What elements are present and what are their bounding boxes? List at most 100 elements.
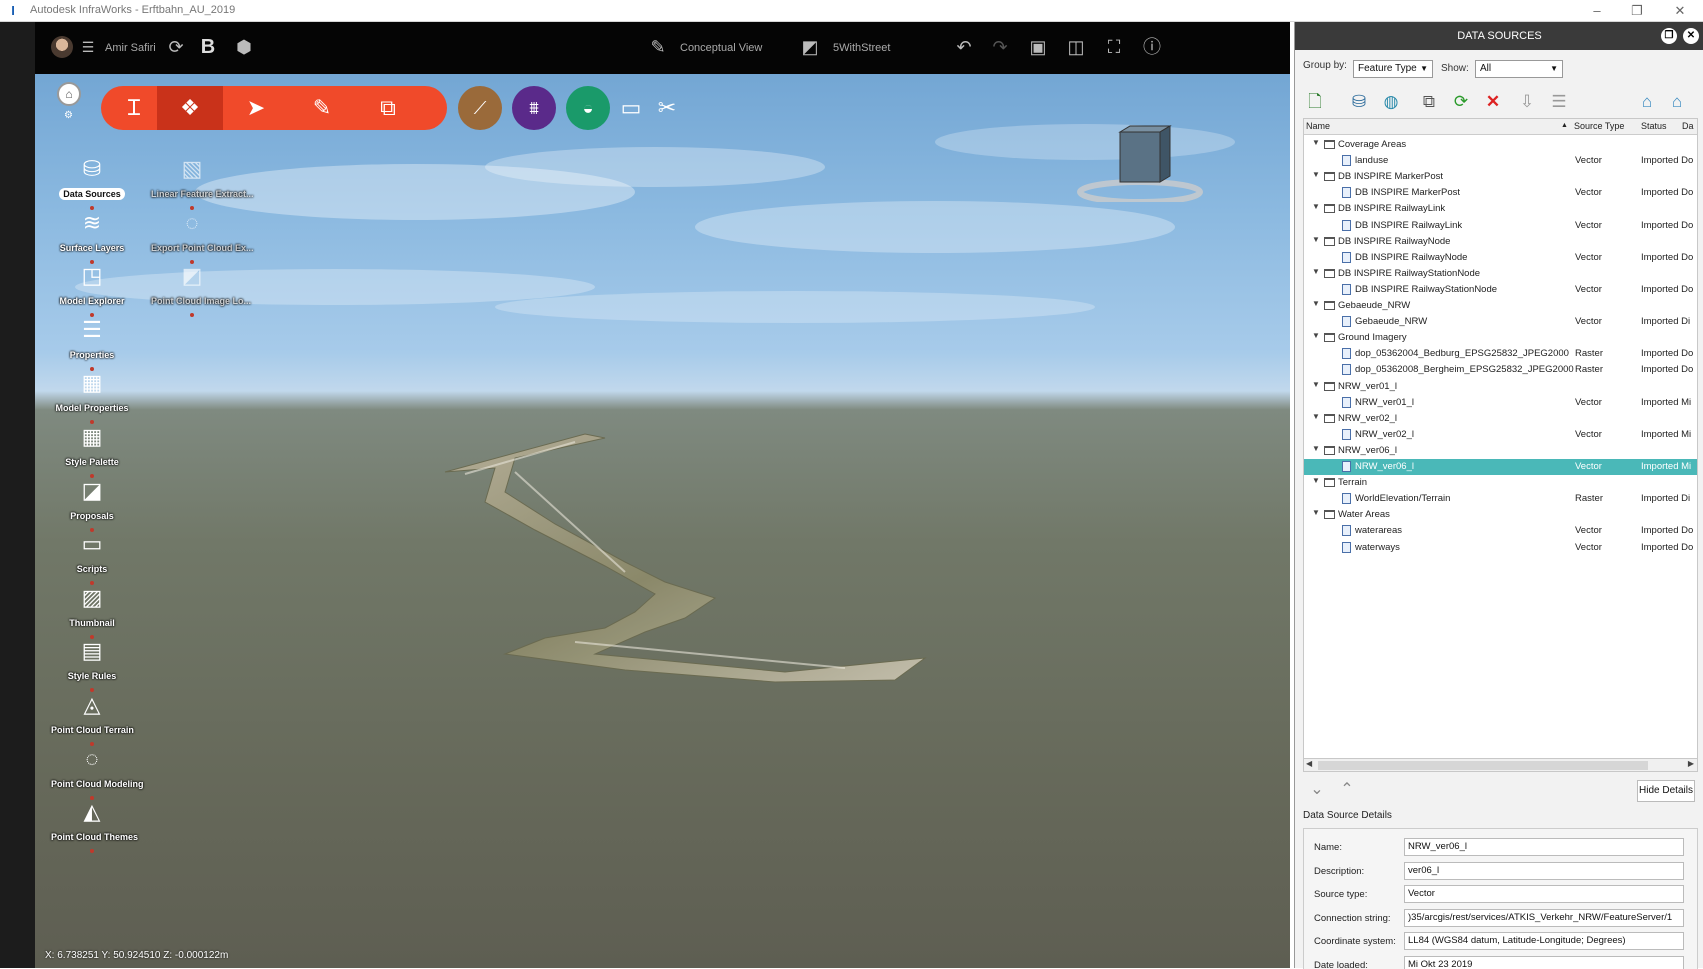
- sidebar-item-model-explorer[interactable]: ◳ Model Explorer: [47, 261, 137, 318]
- settings-gear-icon[interactable]: ⚙: [64, 110, 73, 121]
- user-name[interactable]: Amir Safiri: [105, 22, 156, 74]
- detail-value-field[interactable]: )35/arcgis/rest/services/ATKIS_Verkehr_N…: [1404, 908, 1684, 927]
- tree-item-row[interactable]: dop_05362004_Bedburg_EPSG25832_JPEG2000 R…: [1304, 346, 1697, 362]
- bookmark-view-icon[interactable]: ◩: [799, 36, 821, 58]
- model-add-icon[interactable]: ⌂: [1665, 90, 1689, 114]
- viewcube[interactable]: [1075, 122, 1205, 202]
- tree-item-row[interactable]: DB INSPIRE RailwayNode Vector Imported Do: [1304, 250, 1697, 266]
- detail-value-field[interactable]: Mi Okt 23 2019: [1404, 955, 1684, 969]
- tree-group-row[interactable]: ▼ Water Areas: [1304, 507, 1697, 523]
- avatar[interactable]: [51, 36, 73, 58]
- float-panel-icon[interactable]: ❐: [1661, 28, 1677, 44]
- column-header-status[interactable]: Status: [1641, 121, 1667, 131]
- sidebar-item-properties[interactable]: ☰ Properties: [47, 315, 137, 371]
- sidebar-item-data-sources[interactable]: ⛁ Data Sources: [47, 154, 137, 210]
- properties-source-icon[interactable]: ☰: [1547, 90, 1571, 114]
- tree-item-row[interactable]: landuse Vector Imported Do: [1304, 153, 1697, 169]
- tree-item-row[interactable]: NRW_ver02_l Vector Imported Mi: [1304, 427, 1697, 443]
- tree-item-row[interactable]: DB INSPIRE RailwayStationNode Vector Impor…: [1304, 282, 1697, 298]
- sidebar-item-point-cloud-modeling[interactable]: ◌ Point Cloud Modeling: [47, 744, 143, 800]
- menu-icon[interactable]: ☰: [77, 36, 99, 58]
- tools-icon[interactable]: ✂: [651, 92, 683, 124]
- detail-value-field[interactable]: Vector: [1404, 885, 1684, 903]
- railway-corridor-model[interactable]: [425, 432, 945, 742]
- tree-group-row[interactable]: ▼ Gebaeude_NRW: [1304, 298, 1697, 314]
- sidebar-item-surface-layers[interactable]: ≋ Surface Layers: [47, 208, 137, 264]
- sidebar-item-export-point-cloud-ex[interactable]: ◌ Export Point Cloud Ex...: [147, 208, 254, 264]
- close-icon[interactable]: ✕: [1660, 1, 1700, 21]
- collapse-all-icon[interactable]: ⌃: [1335, 780, 1359, 800]
- expand-triangle-icon[interactable]: ▼: [1312, 508, 1320, 517]
- tree-item-row[interactable]: waterareas Vector Imported Do: [1304, 523, 1697, 539]
- tree-group-row[interactable]: ▼ DB INSPIRE RailwayLink: [1304, 201, 1697, 217]
- 3d-viewport[interactable]: ☰ Amir Safiri ⟳ B ⬢ ✎ Conceptual View ◩ …: [35, 22, 1290, 968]
- tree-group-row[interactable]: ▼ Coverage Areas: [1304, 137, 1697, 153]
- sidebar-item-point-cloud-image-lo[interactable]: ◩ Point Cloud Image Lo...: [147, 261, 251, 318]
- roadway-design-button[interactable]: ⟋: [458, 86, 502, 130]
- tree-group-row[interactable]: ▼ Ground Imagery: [1304, 330, 1697, 346]
- help-icon[interactable]: ⓘ: [1141, 36, 1163, 58]
- tree-item-row[interactable]: WorldElevation/Terrain Raster Imported Di: [1304, 491, 1697, 507]
- minimize-icon[interactable]: –: [1577, 1, 1617, 21]
- configure-source-icon[interactable]: ⧉: [1417, 90, 1441, 114]
- remove-source-icon[interactable]: ✕: [1481, 90, 1505, 114]
- horizontal-scrollbar[interactable]: ◀ ▶: [1303, 758, 1698, 772]
- sidebar-item-proposals[interactable]: ◪ Proposals: [47, 476, 137, 532]
- model-remove-icon[interactable]: ⌂: [1635, 90, 1659, 114]
- tree-item-row[interactable]: DB INSPIRE MarkerPost Vector Imported Do: [1304, 185, 1697, 201]
- panel-toggle-icon[interactable]: ◫: [1065, 36, 1087, 58]
- presentation-icon[interactable]: ▭: [615, 92, 647, 124]
- drainage-design-button[interactable]: ◒: [566, 86, 610, 130]
- group-by-select[interactable]: Feature Type ▼: [1353, 60, 1433, 78]
- sidebar-item-style-palette[interactable]: ▦ Style Palette: [47, 422, 137, 478]
- expand-triangle-icon[interactable]: ▼: [1312, 138, 1320, 147]
- add-web-source-icon[interactable]: ◍: [1379, 90, 1403, 114]
- column-header-source-type[interactable]: Source Type: [1574, 121, 1624, 131]
- fullscreen-icon[interactable]: ⛶: [1103, 36, 1125, 58]
- sketch-button[interactable]: ✎: [289, 86, 355, 130]
- tree-item-row[interactable]: NRW_ver06_l Vector Imported Mi: [1304, 459, 1697, 475]
- sidebar-item-linear-feature-extract[interactable]: ▧ Linear Feature Extract...: [147, 154, 254, 210]
- create-manage-button[interactable]: ❖: [157, 86, 223, 130]
- detail-value-field[interactable]: LL84 (WGS84 datum, Latitude-Longitude; D…: [1404, 932, 1684, 950]
- column-header-name[interactable]: Name: [1306, 121, 1330, 131]
- expand-triangle-icon[interactable]: ▼: [1312, 299, 1320, 308]
- tree-item-row[interactable]: NRW_ver01_l Vector Imported Mi: [1304, 395, 1697, 411]
- expand-triangle-icon[interactable]: ▼: [1312, 380, 1320, 389]
- tree-item-row[interactable]: DB INSPIRE RailwayLink Vector Imported Do: [1304, 218, 1697, 234]
- scroll-right-icon[interactable]: ▶: [1688, 759, 1694, 768]
- expand-triangle-icon[interactable]: ▼: [1312, 444, 1320, 453]
- sidebar-item-point-cloud-themes[interactable]: ◭ Point Cloud Themes: [47, 797, 138, 854]
- sidebar-item-point-cloud-terrain[interactable]: ◬ Point Cloud Terrain: [47, 690, 137, 746]
- expand-triangle-icon[interactable]: ▼: [1312, 331, 1320, 340]
- tree-item-row[interactable]: Gebaeude_NRW Vector Imported Di: [1304, 314, 1697, 330]
- tree-group-row[interactable]: ▼ NRW_ver02_l: [1304, 411, 1697, 427]
- sidebar-item-model-properties[interactable]: ▦ Model Properties: [47, 368, 137, 425]
- tree-item-row[interactable]: dop_05362008_Bergheim_EPSG25832_JPEG2000…: [1304, 362, 1697, 378]
- restore-icon[interactable]: ❐: [1617, 1, 1657, 21]
- sync-icon[interactable]: ⟳: [165, 36, 187, 58]
- close-panel-icon[interactable]: ✕: [1683, 28, 1699, 44]
- copy-button[interactable]: ⧉: [355, 86, 421, 130]
- tree-group-row[interactable]: ▼ DB INSPIRE RailwayNode: [1304, 234, 1697, 250]
- tree-group-row[interactable]: ▼ DB INSPIRE MarkerPost: [1304, 169, 1697, 185]
- home-icon[interactable]: ⌂: [57, 82, 81, 106]
- expand-triangle-icon[interactable]: ▼: [1312, 235, 1320, 244]
- undo-icon[interactable]: ↶: [953, 36, 975, 58]
- scrollbar-thumb[interactable]: [1318, 761, 1648, 770]
- redo-icon[interactable]: ↷: [989, 36, 1011, 58]
- sidebar-item-style-rules[interactable]: ▤ Style Rules: [47, 636, 137, 693]
- add-database-source-icon[interactable]: ⛁: [1347, 90, 1371, 114]
- tree-group-row[interactable]: ▼ DB INSPIRE RailwayStationNode: [1304, 266, 1697, 282]
- view-mode-label[interactable]: Conceptual View: [680, 22, 762, 74]
- sidebar-item-scripts[interactable]: ▭ Scripts: [47, 529, 137, 586]
- show-select[interactable]: All ▼: [1475, 60, 1563, 78]
- column-header-da[interactable]: Da: [1682, 121, 1694, 131]
- scroll-left-icon[interactable]: ◀: [1306, 759, 1312, 768]
- tree-group-row[interactable]: ▼ Terrain: [1304, 475, 1697, 491]
- refresh-source-icon[interactable]: ⟳: [1449, 90, 1473, 114]
- expand-triangle-icon[interactable]: ▼: [1312, 170, 1320, 179]
- expand-triangle-icon[interactable]: ▼: [1312, 476, 1320, 485]
- add-file-data-source-icon[interactable]: 🗋: [1303, 90, 1327, 114]
- hide-details-button[interactable]: Hide Details: [1637, 780, 1695, 802]
